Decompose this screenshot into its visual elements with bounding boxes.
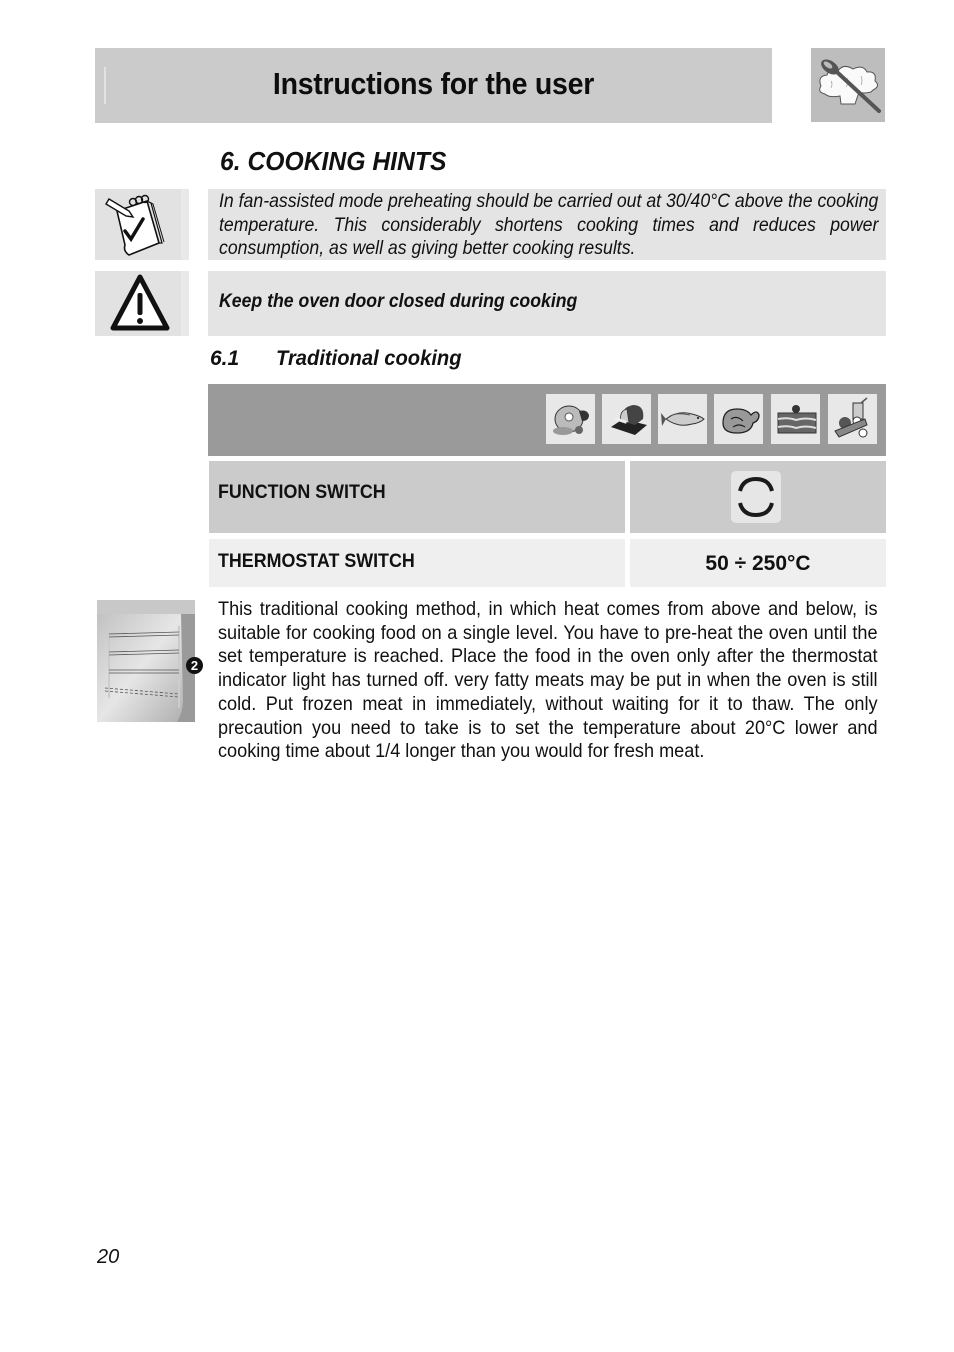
- top-bottom-heating-icon: [731, 471, 781, 523]
- section-title: 6. COOKING HINTS: [220, 146, 447, 176]
- note-icon-box: [95, 189, 189, 260]
- warning-icon: [110, 274, 170, 331]
- poultry-icon: [714, 394, 763, 444]
- description-text: This traditional cooking method, in whic…: [218, 598, 878, 763]
- thermostat-range: 50 ÷ 250°C: [705, 552, 811, 575]
- preheat-note-text: In fan-assisted mode preheating should b…: [219, 191, 879, 259]
- cake-icon: [771, 394, 820, 444]
- subsection-title: Traditional cooking: [276, 347, 462, 370]
- thermostat-switch-label: THERMOSTAT SWITCH: [218, 551, 415, 572]
- function-switch-label-cell: FUNCTION SWITCH: [209, 461, 625, 533]
- function-switch-label: FUNCTION SWITCH: [218, 482, 386, 503]
- food-category-header: [208, 384, 886, 456]
- function-switch-value-cell: [630, 461, 886, 533]
- door-warning-text: Keep the oven door closed during cooking: [219, 291, 578, 312]
- shelf-position-badge: 2: [186, 657, 203, 674]
- thermostat-switch-value-cell: 50 ÷ 250°C: [630, 539, 886, 587]
- traditional-cooking-description: This traditional cooking method, in whic…: [218, 598, 878, 764]
- chef-hat-spoon-icon: [811, 48, 885, 122]
- page-header-title: Instructions for the user: [272, 66, 595, 101]
- header-bar: Instructions for the user: [95, 48, 772, 123]
- fish-icon: [658, 394, 707, 444]
- thermostat-switch-label-cell: THERMOSTAT SWITCH: [209, 539, 625, 587]
- bread-icon: [602, 394, 651, 444]
- header-rule: [104, 67, 106, 104]
- vegetables-icon: [828, 394, 877, 444]
- subsection-number: 6.1: [210, 347, 240, 370]
- meat-icon: [546, 394, 595, 444]
- notepad-check-icon: [105, 194, 165, 256]
- warning-icon-box: [95, 271, 189, 336]
- page-number: 20: [97, 1246, 120, 1268]
- oven-shelf-icon: 2: [97, 600, 203, 722]
